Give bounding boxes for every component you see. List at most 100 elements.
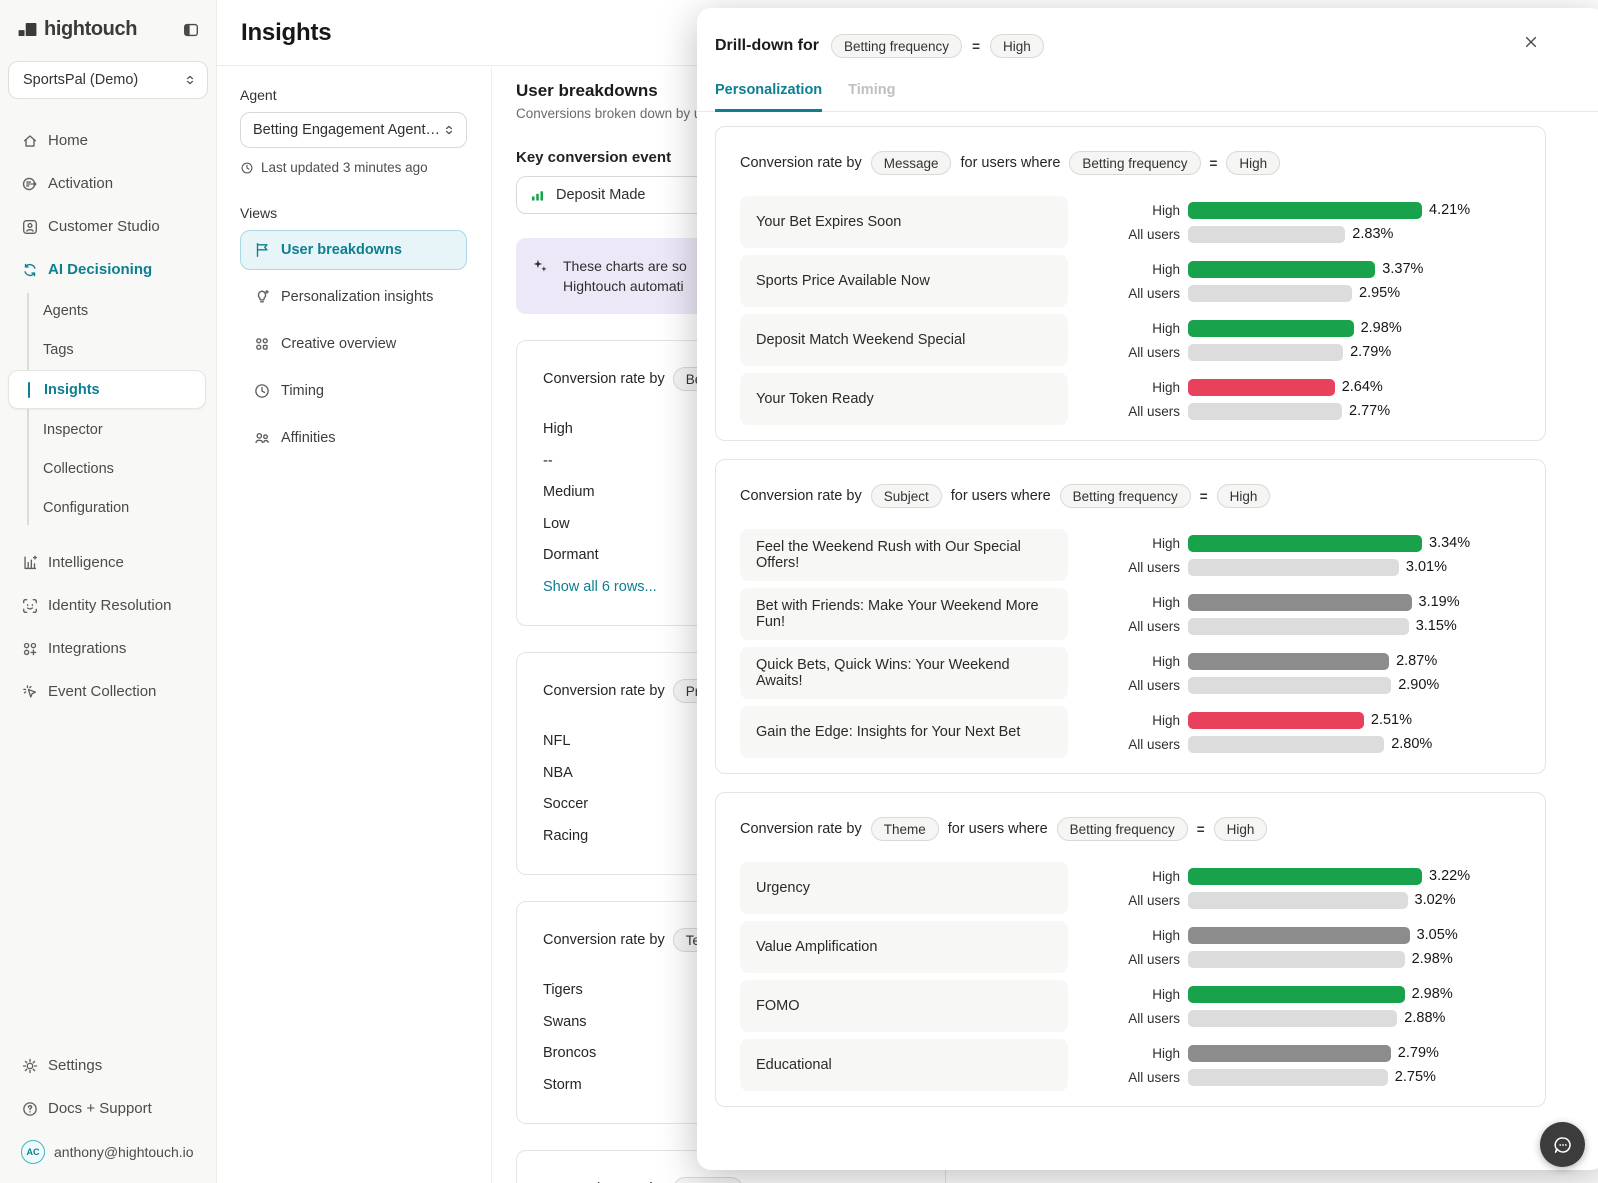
views-list: User breakdowns Personalization insights C… (240, 230, 467, 458)
logo-text: hightouch (44, 18, 137, 41)
sidebar: hightouch SportsPal (Demo) Home Activatio… (0, 0, 217, 1183)
baseline-bar (1188, 618, 1409, 635)
chat-bubble-icon (1551, 1133, 1575, 1157)
equals-sign: = (1200, 489, 1208, 504)
baseline-value: 3.02% (1415, 892, 1456, 908)
equals-sign: = (1197, 822, 1205, 837)
view-item-label: Affinities (281, 430, 336, 446)
sidebar-item-activation[interactable]: Activation (0, 162, 216, 205)
chart-row-bars: High 4.21% All users 2.83% (1108, 202, 1470, 243)
sidebar-footer-item-anthony-hightouch-io[interactable]: ACanthony@hightouch.io (0, 1130, 216, 1173)
view-item-label: Creative overview (281, 336, 396, 352)
where-value-pill[interactable]: High (1217, 484, 1271, 508)
hightouch-logo-icon (18, 20, 37, 39)
agent-label: Agent (240, 87, 467, 103)
title-middle: for users where (948, 821, 1048, 837)
dimension-pill[interactable]: Bet (673, 1177, 743, 1183)
baseline-value: 2.75% (1395, 1069, 1436, 1085)
view-item-personalization-insights[interactable]: Personalization insights (240, 277, 467, 317)
primary-bar-line: High 3.37% (1108, 261, 1423, 278)
baseline-bar-line: All users 3.01% (1108, 559, 1470, 576)
sidebar-item-ai-decisioning[interactable]: AI Decisioning (0, 248, 216, 291)
baseline-value: 3.01% (1406, 559, 1447, 575)
by-dimension-pill[interactable]: Theme (871, 817, 939, 841)
baseline-bar-line: All users 3.15% (1108, 618, 1460, 635)
view-item-user-breakdowns[interactable]: User breakdowns (240, 230, 467, 270)
primary-bar (1188, 535, 1422, 552)
sidebar-item-home[interactable]: Home (0, 119, 216, 162)
sidebar-subitem-inspector[interactable]: Inspector (0, 410, 216, 449)
sidebar-subitem-insights[interactable]: Insights (8, 370, 206, 409)
chart-row: Quick Bets, Quick Wins: Your Weekend Awa… (740, 647, 1521, 699)
title-prefix: Conversion rate by (740, 155, 862, 171)
primary-value: 3.05% (1417, 927, 1458, 943)
primary-bar (1188, 986, 1405, 1003)
filter-pill[interactable]: Betting frequency (831, 34, 962, 58)
filter-value-pill[interactable]: High (990, 34, 1044, 58)
sidebar-item-label: Integrations (48, 640, 126, 657)
by-dimension-pill[interactable]: Subject (871, 484, 942, 508)
tab-personalization[interactable]: Personalization (715, 82, 822, 112)
sidebar-subitem-agents[interactable]: Agents (0, 291, 216, 330)
sidebar-footer-item-settings[interactable]: Settings (0, 1044, 216, 1087)
where-pill[interactable]: Betting frequency (1069, 151, 1200, 175)
primary-bar (1188, 594, 1412, 611)
chart-row-bars: High 2.51% All users 2.80% (1108, 712, 1432, 753)
primary-bar-line: High 2.79% (1108, 1045, 1439, 1062)
chevron-updown-icon (183, 73, 197, 87)
where-value-pill[interactable]: High (1226, 151, 1280, 175)
primary-bar-line: High 2.64% (1108, 379, 1390, 396)
view-item-affinities[interactable]: Affinities (240, 418, 467, 458)
primary-series-label: High (1108, 536, 1180, 551)
primary-series-label: High (1108, 262, 1180, 277)
last-updated: Last updated 3 minutes ago (240, 160, 467, 175)
where-pill[interactable]: Betting frequency (1057, 817, 1188, 841)
close-icon[interactable] (1523, 34, 1539, 50)
chart-row-bars: High 2.79% All users 2.75% (1108, 1045, 1439, 1086)
sidebar-collapse-icon[interactable] (182, 21, 200, 39)
sidebar-item-identity-resolution[interactable]: Identity Resolution (0, 584, 216, 627)
baseline-bar-line: All users 2.98% (1108, 951, 1458, 968)
view-item-creative-overview[interactable]: Creative overview (240, 324, 467, 364)
sidebar-item-intelligence[interactable]: Intelligence (0, 541, 216, 584)
where-pill[interactable]: Betting frequency (1060, 484, 1191, 508)
baseline-value: 2.88% (1404, 1010, 1445, 1026)
baseline-bar (1188, 677, 1391, 694)
where-value-pill[interactable]: High (1214, 817, 1268, 841)
agent-select[interactable]: Betting Engagement Agent (... (240, 112, 467, 148)
baseline-bar (1188, 1069, 1388, 1086)
baseline-value: 2.95% (1359, 285, 1400, 301)
baseline-bar (1188, 285, 1352, 302)
sidebar-item-label: Home (48, 132, 88, 149)
primary-bar (1188, 261, 1375, 278)
sidebar-subitem-collections[interactable]: Collections (0, 449, 216, 488)
baseline-bar (1188, 1010, 1397, 1027)
primary-value: 3.22% (1429, 868, 1470, 884)
chart-row: Your Bet Expires Soon High 4.21% All use… (740, 196, 1521, 248)
ai-banner-line2: Hightouch automati (563, 276, 687, 296)
baseline-bar-line: All users 3.02% (1108, 892, 1470, 909)
workspace-selector[interactable]: SportsPal (Demo) (8, 61, 208, 99)
primary-bar (1188, 379, 1335, 396)
sidebar-nav2: IntelligenceIdentity Resolution Integrati… (0, 541, 216, 713)
sidebar-item-label: AI Decisioning (48, 261, 152, 278)
by-dimension-pill[interactable]: Message (871, 151, 952, 175)
chat-widget-button[interactable] (1540, 1122, 1585, 1167)
sidebar-footer-item-docs-support[interactable]: Docs + Support (0, 1087, 216, 1130)
baseline-bar (1188, 403, 1342, 420)
chart-row: Educational High 2.79% All users 2.75% (740, 1039, 1521, 1091)
baseline-value: 2.90% (1398, 677, 1439, 693)
baseline-bar-line: All users 2.83% (1108, 226, 1470, 243)
primary-bar-line: High 2.98% (1108, 986, 1453, 1003)
chart-rows: Your Bet Expires Soon High 4.21% All use… (716, 196, 1545, 425)
view-item-timing[interactable]: Timing (240, 371, 467, 411)
baseline-series-label: All users (1108, 619, 1180, 634)
tab-timing[interactable]: Timing (848, 82, 895, 112)
views-label: Views (240, 205, 467, 221)
sidebar-subitem-tags[interactable]: Tags (0, 330, 216, 369)
sidebar-item-event-collection[interactable]: Event Collection (0, 670, 216, 713)
sidebar-item-integrations[interactable]: Integrations (0, 627, 216, 670)
sidebar-item-customer-studio[interactable]: Customer Studio (0, 205, 216, 248)
equals-sign: = (972, 39, 980, 54)
sidebar-subitem-configuration[interactable]: Configuration (0, 488, 216, 527)
